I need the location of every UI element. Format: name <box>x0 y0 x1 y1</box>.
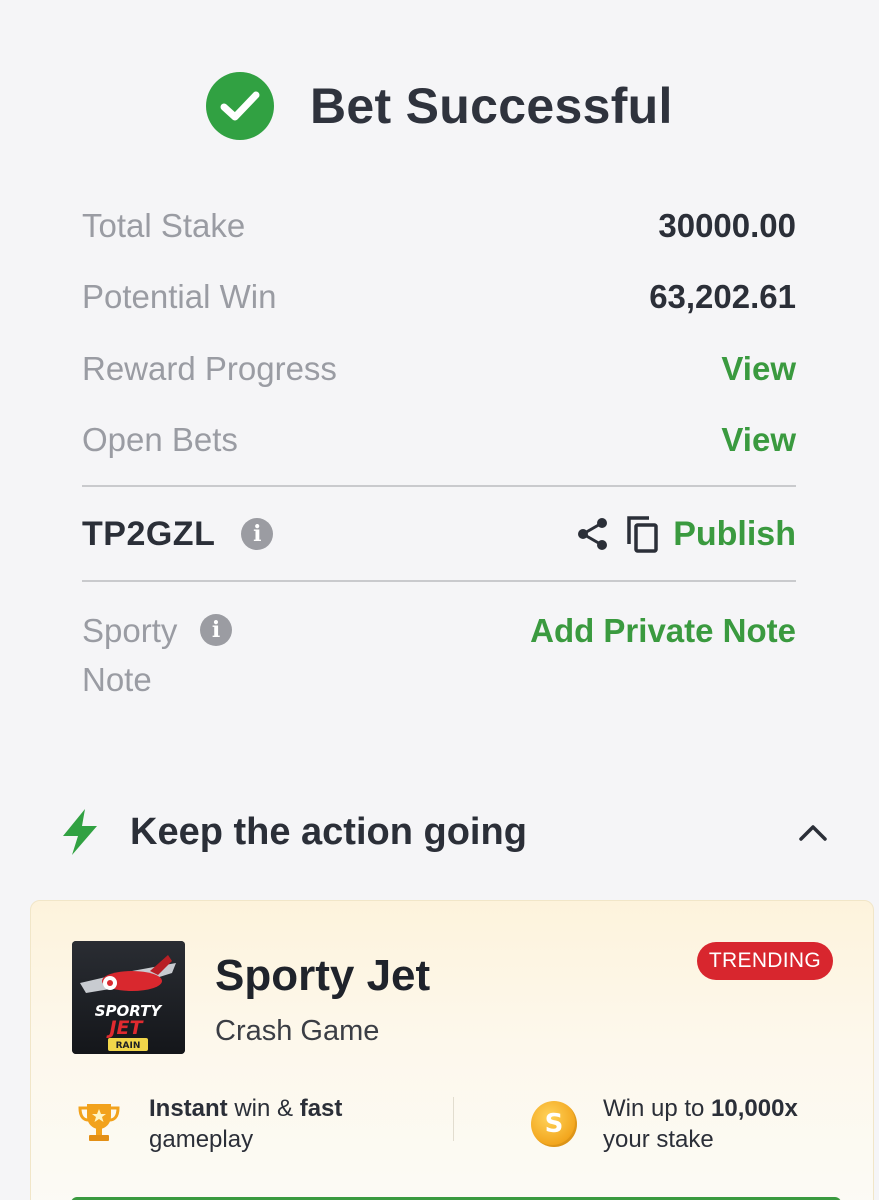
feature-2-line-2: your stake <box>603 1126 714 1153</box>
potential-win-value: 63,202.61 <box>649 278 796 316</box>
game-features: Instant win & fast gameplay S Win up to … <box>31 1093 875 1153</box>
booking-code: TP2GZL <box>82 514 216 553</box>
feature-1-bold-2: fast <box>299 1095 343 1122</box>
copy-icon[interactable] <box>625 514 659 554</box>
total-stake-label: Total Stake <box>82 206 246 244</box>
info-icon[interactable]: i <box>241 518 274 550</box>
booking-code-row: TP2GZL i Publish <box>82 488 796 580</box>
page-title: Bet Successful <box>310 78 673 134</box>
feature-1-text-1: win & <box>227 1095 300 1122</box>
lightning-bolt-icon <box>58 807 102 857</box>
bet-summary: Total Stake 30000.00 Potential Win 63,20… <box>82 190 796 476</box>
game-thumbnail[interactable]: SPORTY JET RAIN <box>72 941 185 1054</box>
feature-1-bold-1: Instant <box>149 1095 228 1122</box>
share-icon[interactable] <box>575 516 611 552</box>
feature-2-bold-1: 10,000x <box>711 1095 798 1122</box>
publish-button[interactable]: Publish <box>673 515 796 554</box>
potential-win-row: Potential Win 63,202.61 <box>82 262 796 334</box>
header: Bet Successful <box>206 72 673 140</box>
game-card[interactable]: SPORTY JET RAIN Sporty Jet Crash Game TR… <box>30 900 874 1200</box>
info-icon[interactable]: i <box>200 614 232 646</box>
check-circle-icon <box>206 72 274 140</box>
coin-icon: S <box>531 1101 577 1147</box>
feature-2-text-1: Win up to <box>603 1095 712 1122</box>
keep-action-section-header[interactable]: Keep the action going <box>58 800 830 864</box>
note-row: Sporty Note i Add Private Note <box>82 606 796 704</box>
game-name: Sporty Jet <box>215 951 431 1000</box>
feature-instant-win: Instant win & fast gameplay <box>75 1093 342 1155</box>
thumb-tag: RAIN <box>116 1041 141 1051</box>
feature-win-multiplier: S Win up to 10,000x your stake <box>531 1093 798 1155</box>
open-bets-label: Open Bets <box>82 421 238 459</box>
feature-separator <box>453 1097 454 1141</box>
chevron-up-icon[interactable] <box>798 822 828 842</box>
open-bets-row: Open Bets View <box>82 405 796 477</box>
section-title: Keep the action going <box>130 810 527 853</box>
open-bets-view-link[interactable]: View <box>721 421 796 459</box>
bet-confirmation-page: Bet Successful Total Stake 30000.00 Pote… <box>0 0 879 1200</box>
reward-progress-row: Reward Progress View <box>82 333 796 405</box>
feature-1-line-2: gameplay <box>149 1126 254 1153</box>
sporty-note-label: Sporty Note <box>82 612 178 698</box>
divider <box>82 485 796 487</box>
reward-progress-label: Reward Progress <box>82 349 337 387</box>
thumb-logo-bottom: JET <box>105 1017 144 1039</box>
reward-progress-view-link[interactable]: View <box>721 350 796 388</box>
game-type: Crash Game <box>215 1015 380 1047</box>
add-private-note-button[interactable]: Add Private Note <box>530 606 796 704</box>
total-stake-value: 30000.00 <box>658 206 796 244</box>
total-stake-row: Total Stake 30000.00 <box>82 190 796 262</box>
trophy-icon <box>75 1098 123 1151</box>
divider <box>82 580 796 582</box>
potential-win-label: Potential Win <box>82 278 277 316</box>
trending-badge: TRENDING <box>696 942 833 980</box>
